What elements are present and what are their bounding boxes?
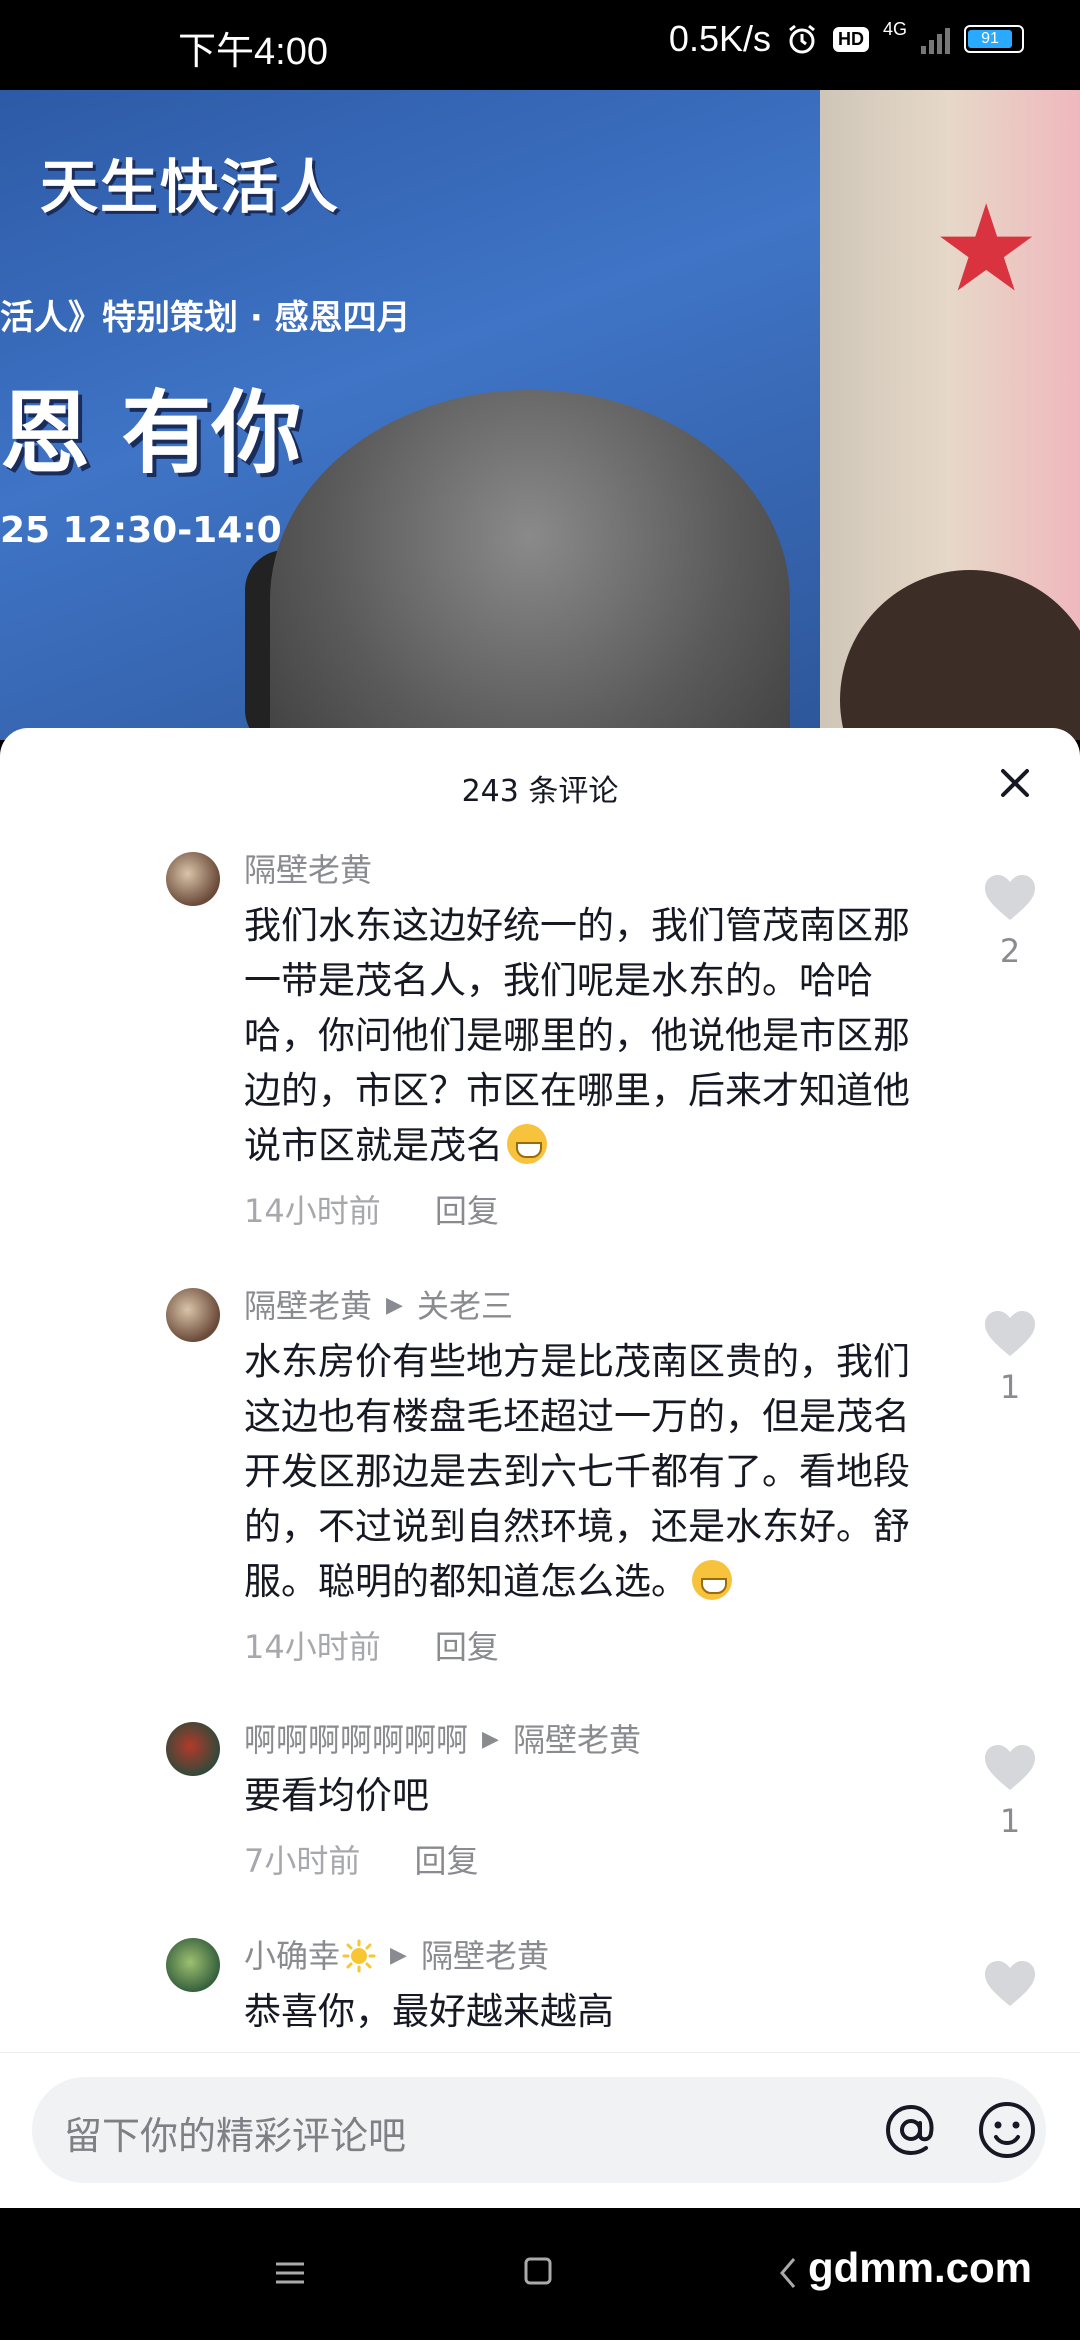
like-button[interactable] [980,1960,1040,2012]
comment-time: 14小时前 [244,1192,381,1230]
comment-input-placeholder: 留下你的精彩评论吧 [64,2114,407,2158]
reply-arrow-icon: ▶ [390,1943,407,1968]
emoji-smile-icon[interactable] [972,2095,1042,2165]
heart-icon [985,1311,1035,1356]
like-button[interactable]: 1 [980,1744,1040,1840]
reply-to-username[interactable]: 关老三 [417,1282,513,1330]
banner-title: 恩 有你 [0,381,302,486]
menu-icon[interactable] [274,2258,306,2288]
reply-to-username[interactable]: 隔壁老黄 [421,1932,549,1980]
like-count: 1 [999,1802,1021,1840]
reply-arrow-icon: ▶ [386,1293,403,1318]
grin-emoji-icon [507,1124,547,1164]
network-type: 4G [882,19,907,39]
reply-button[interactable]: 回复 [435,1628,499,1666]
battery-icon: 91 [964,25,1024,53]
star-decoration: ★ [932,180,1040,319]
comment-text: 恭喜你，最好越来越高 [244,1990,614,2033]
video-background[interactable]: ★ 天生快活人 活人》特别策划 · 感恩四月 恩 有你 25 12:30-14:… [0,90,1080,740]
like-count: 2 [999,932,1021,970]
comment-time: 7小时前 [244,1842,361,1880]
hd-badge: HD [832,26,869,52]
heart-icon [985,1961,1035,2006]
status-time: 下午4:00 [178,31,328,73]
mention-at-icon[interactable] [876,2095,946,2165]
reply-arrow-icon: ▶ [482,1727,499,1752]
close-icon[interactable] [990,758,1040,808]
reply-button[interactable]: 回复 [435,1192,499,1230]
banner-subtitle: 活人》特别策划 · 感恩四月 [0,298,411,338]
like-button[interactable]: 1 [980,1310,1040,1406]
status-bar: 下午4:00 0.5K/s HD 4G 91 [0,0,1080,90]
avatar[interactable] [166,1722,220,1776]
heart-icon [985,1745,1035,1790]
comment-username[interactable]: 啊啊啊啊啊啊啊 [244,1716,468,1764]
heart-icon [985,875,1035,920]
status-icons: 0.5K/s HD 4G 91 [669,18,1024,60]
comment-item: 隔壁老黄 ▶ 关老三 水东房价有些地方是比茂南区贵的，我们这边也有楼盘毛坯超过一… [0,1274,1080,1671]
comment-username[interactable]: 隔壁老黄 [244,846,372,894]
grin-emoji-icon [692,1560,732,1600]
banner-time: 25 12:30-14:0 [0,510,282,551]
comment-item: 啊啊啊啊啊啊啊 ▶ 隔壁老黄 要看均价吧 7小时前 回复 1 [0,1708,1080,1885]
comment-item: 小确幸 ▶ 隔壁老黄 恭喜你，最好越来越高 [0,1924,1080,2038]
reply-button[interactable]: 回复 [415,1842,479,1880]
alarm-icon [789,24,815,54]
sun-emoji-icon [342,1939,376,1973]
back-icon[interactable] [778,2256,798,2290]
battery-level: 91 [968,30,1012,48]
watermark: gdmm.com [808,2244,1033,2291]
home-icon[interactable] [523,2256,553,2286]
comment-item: 隔壁老黄 我们水东这边好统一的，我们管茂南区那一带是茂名人，我们呢是水东的。哈哈… [0,838,1080,1235]
signal-icon [921,24,950,54]
comment-username[interactable]: 隔壁老黄 [244,1282,372,1330]
comment-text: 水东房价有些地方是比茂南区贵的，我们这边也有楼盘毛坯超过一万的，但是茂名开发区那… [244,1340,910,1603]
banner-logo: 天生快活人 [40,153,341,221]
avatar[interactable] [166,1938,220,1992]
comment-text: 要看均价吧 [244,1774,429,1817]
reply-to-username[interactable]: 隔壁老黄 [513,1716,641,1764]
avatar[interactable] [166,1288,220,1342]
network-speed: 0.5K/s [668,18,771,59]
person-image [270,390,790,740]
comment-input-bar: 留下你的精彩评论吧 [0,2052,1080,2209]
comment-input[interactable]: 留下你的精彩评论吧 [32,2077,1046,2183]
avatar[interactable] [166,852,220,906]
like-count: 1 [999,1368,1021,1406]
comment-username[interactable]: 小确幸 [244,1932,340,1980]
comment-list[interactable]: 隔壁老黄 我们水东这边好统一的，我们管茂南区那一带是茂名人，我们呢是水东的。哈哈… [0,838,1080,2038]
comment-count: 243 条评论 [461,774,619,809]
sheet-header: 243 条评论 [0,728,1080,838]
comment-time: 14小时前 [244,1628,381,1666]
like-button[interactable]: 2 [980,874,1040,970]
system-nav-bar: gdmm.com [0,2208,1080,2340]
comment-text: 我们水东这边好统一的，我们管茂南区那一带是茂名人，我们呢是水东的。哈哈哈，你问他… [244,904,910,1167]
comment-sheet: 243 条评论 隔壁老黄 我们水东这边好统一的，我们管茂南区那一带是茂名人，我们… [0,728,1080,2208]
